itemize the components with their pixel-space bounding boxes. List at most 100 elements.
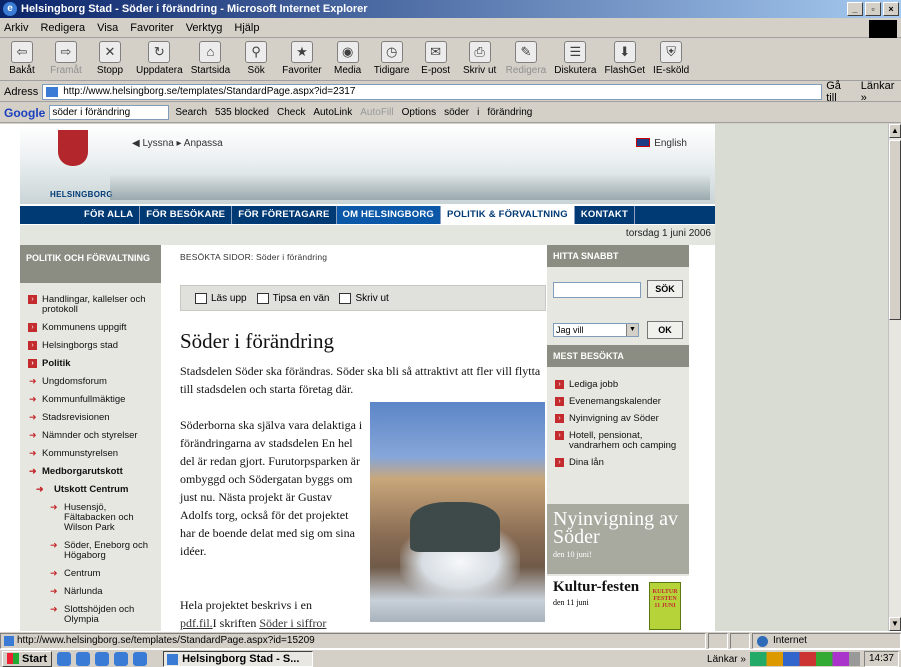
nav-kontakt[interactable]: KONTAKT bbox=[575, 206, 635, 224]
pdf-link[interactable]: pdf.fil. bbox=[180, 616, 213, 630]
toolbar-forward-arrow-button[interactable]: ⇨ Framåt bbox=[48, 39, 84, 76]
taskbar-item-ie[interactable]: Helsingborg Stad - S... bbox=[163, 650, 314, 667]
english-link[interactable]: English bbox=[636, 138, 687, 149]
highlight-term-i[interactable]: i bbox=[477, 107, 479, 118]
most-visited-item[interactable]: › Lediga jobb bbox=[553, 380, 693, 390]
toolbar-shield-button[interactable]: ⛨ IE-sköld bbox=[653, 39, 689, 76]
toolbar-back-arrow-button[interactable]: ⇦ Bakåt bbox=[4, 39, 40, 76]
left-nav-item[interactable]: ➜ Närlunda bbox=[20, 585, 161, 599]
quicklaunch-icon[interactable] bbox=[133, 651, 148, 666]
menu-verktyg[interactable]: Verktyg bbox=[186, 22, 223, 34]
left-nav-item[interactable]: ➜ Centrum bbox=[20, 567, 161, 581]
print-button[interactable]: Skriv ut bbox=[339, 292, 389, 304]
toolbar-mail-button[interactable]: ✉ E-post bbox=[418, 39, 454, 76]
scrollbar-thumb[interactable] bbox=[889, 140, 901, 320]
left-nav-item[interactable]: ➜ Slottshöjden och Olympia bbox=[20, 603, 161, 627]
spell-check-button[interactable]: Check bbox=[277, 107, 305, 118]
left-nav-item[interactable]: ➜ Nämnder och styrelser bbox=[20, 429, 161, 443]
search-button[interactable]: SÖK bbox=[647, 280, 683, 298]
arrow-icon: ➜ bbox=[29, 466, 37, 476]
autolink-button[interactable]: AutoLink bbox=[313, 107, 352, 118]
toolbar-discuss-button[interactable]: ☰ Diskutera bbox=[554, 39, 596, 76]
left-nav-item[interactable]: › Kommunens uppgift bbox=[20, 321, 161, 335]
print-icon bbox=[339, 292, 352, 304]
toolbar-media-button[interactable]: ◉ Media bbox=[330, 39, 366, 76]
listen-customize-links[interactable]: ◀ Lyssna ▸ Anpassa bbox=[132, 138, 223, 149]
google-logo[interactable]: Google bbox=[4, 106, 45, 120]
go-button[interactable]: Gå till bbox=[826, 80, 852, 104]
nav-for-alla[interactable]: FÖR ALLA bbox=[78, 206, 141, 224]
vertical-scrollbar[interactable]: ▲ ▼ bbox=[888, 124, 901, 631]
nav-politik-forvaltning[interactable]: POLITIK & FÖRVALTNING bbox=[440, 206, 575, 224]
soder-i-siffror-link[interactable]: Söder i siffror bbox=[259, 616, 326, 630]
autofill-button[interactable]: AutoFill bbox=[360, 107, 393, 118]
flashget-icon: ⬇ bbox=[613, 41, 636, 63]
most-visited-item[interactable]: › Nyinvigning av Söder bbox=[553, 414, 693, 424]
jag-vill-select[interactable]: Jag vill ▼ bbox=[553, 323, 639, 337]
city-crest-logo[interactable] bbox=[58, 130, 88, 166]
menu-redigera[interactable]: Redigera bbox=[40, 22, 85, 34]
tip-friend-button[interactable]: Tipsa en vän bbox=[256, 292, 329, 304]
highlight-term-forandring[interactable]: förändring bbox=[487, 107, 532, 118]
read-aloud-button[interactable]: Läs upp bbox=[195, 292, 247, 304]
quicklaunch-icon[interactable] bbox=[57, 651, 72, 666]
most-visited-item[interactable]: › Hotell, pensionat, vandrarhem och campi… bbox=[553, 431, 693, 451]
toolbar-home-button[interactable]: ⌂ Startsida bbox=[191, 39, 230, 76]
close-button[interactable]: × bbox=[883, 2, 899, 16]
toolbar-print-button[interactable]: ⎙ Skriv ut bbox=[462, 39, 498, 76]
nav-for-besokare[interactable]: FÖR BESÖKARE bbox=[140, 206, 233, 224]
left-nav-list: › Handlingar, kallelser och protokoll › Kom… bbox=[20, 283, 161, 631]
quicklaunch-icon[interactable] bbox=[76, 651, 91, 666]
promo-nyinvigning[interactable]: Nyinvigning av Söder den 10 juni! bbox=[547, 504, 689, 574]
most-visited-item[interactable]: › Dina lån bbox=[553, 458, 693, 468]
tray-links[interactable]: Länkar » bbox=[707, 654, 746, 665]
left-nav-item[interactable]: ➜ Medborgarutskott bbox=[20, 465, 161, 479]
tray-icons[interactable] bbox=[749, 652, 860, 666]
most-visited-item[interactable]: › Evenemangskalender bbox=[553, 397, 693, 407]
toolbar-history-button[interactable]: ◷ Tidigare bbox=[374, 39, 410, 76]
toolbar-refresh-button[interactable]: ↻ Uppdatera bbox=[136, 39, 183, 76]
start-button[interactable]: Start bbox=[2, 650, 53, 667]
toolbar-button-label: Diskutera bbox=[554, 65, 597, 76]
left-nav-item[interactable]: ➜ Ungdomsforum bbox=[20, 375, 161, 389]
google-search-button[interactable]: Search bbox=[175, 107, 207, 118]
left-nav-item[interactable]: › Handlingar, kallelser och protokoll bbox=[20, 293, 161, 317]
left-nav-item[interactable]: ➜ Kommunfullmäktige bbox=[20, 393, 161, 407]
menu-favoriter[interactable]: Favoriter bbox=[130, 22, 173, 34]
left-nav-item[interactable]: › Helsingborgs stad bbox=[20, 339, 161, 353]
quicklaunch-icon[interactable] bbox=[114, 651, 129, 666]
nav-for-foretagare[interactable]: FÖR FÖRETAGARE bbox=[232, 206, 337, 224]
google-search-input[interactable]: söder i förändring bbox=[49, 105, 170, 120]
arrow-icon: ➜ bbox=[29, 412, 37, 422]
menu-visa[interactable]: Visa bbox=[97, 22, 118, 34]
highlight-term-soder[interactable]: söder bbox=[444, 107, 469, 118]
links-button[interactable]: Länkar » bbox=[861, 80, 901, 104]
options-button[interactable]: Options bbox=[402, 107, 436, 118]
scroll-down-icon[interactable]: ▼ bbox=[889, 617, 901, 631]
toolbar-button-label: Stopp bbox=[96, 65, 124, 76]
maximize-button[interactable]: ▫ bbox=[865, 2, 881, 16]
left-nav-item[interactable]: ➜ Kommunstyrelsen bbox=[20, 447, 161, 461]
toolbar-search-button[interactable]: ⚲ Sök bbox=[238, 39, 274, 76]
popup-blocked-counter[interactable]: 535 blocked bbox=[215, 107, 269, 118]
toolbar-stop-button[interactable]: ✕ Stopp bbox=[92, 39, 128, 76]
window-title-bar[interactable]: e Helsingborg Stad - Söder i förändring … bbox=[0, 0, 901, 18]
toolbar-favorites-button[interactable]: ★ Favoriter bbox=[282, 39, 322, 76]
toolbar-flashget-button[interactable]: ⬇ FlashGet bbox=[604, 39, 645, 76]
quick-search-input[interactable] bbox=[553, 282, 641, 298]
menu-arkiv[interactable]: Arkiv bbox=[4, 22, 28, 34]
quicklaunch-icon[interactable] bbox=[95, 651, 110, 666]
left-nav-item[interactable]: ➜ Husensjö, Fältabacken och Wilson Park bbox=[20, 501, 161, 535]
left-nav-item[interactable]: ➜ Utskott Centrum bbox=[20, 483, 161, 497]
scroll-up-icon[interactable]: ▲ bbox=[889, 124, 901, 138]
address-input[interactable]: http://www.helsingborg.se/templates/Stan… bbox=[42, 83, 823, 100]
nav-om-helsingborg[interactable]: OM HELSINGBORG bbox=[336, 206, 441, 224]
menu-hjalp[interactable]: Hjälp bbox=[234, 22, 259, 34]
left-nav-item[interactable]: ➜ Söder, Eneborg och Högaborg bbox=[20, 539, 161, 563]
promo-kulturfesten[interactable]: Kultur-festen den 11 juni KULTUR FESTEN … bbox=[547, 576, 689, 631]
ok-button[interactable]: OK bbox=[647, 321, 683, 339]
left-nav-item[interactable]: › Politik bbox=[20, 357, 161, 371]
left-nav-item[interactable]: ➜ Stadsrevisionen bbox=[20, 411, 161, 425]
toolbar-edit-button[interactable]: ✎ Redigera bbox=[506, 39, 546, 76]
minimize-button[interactable]: _ bbox=[847, 2, 863, 16]
